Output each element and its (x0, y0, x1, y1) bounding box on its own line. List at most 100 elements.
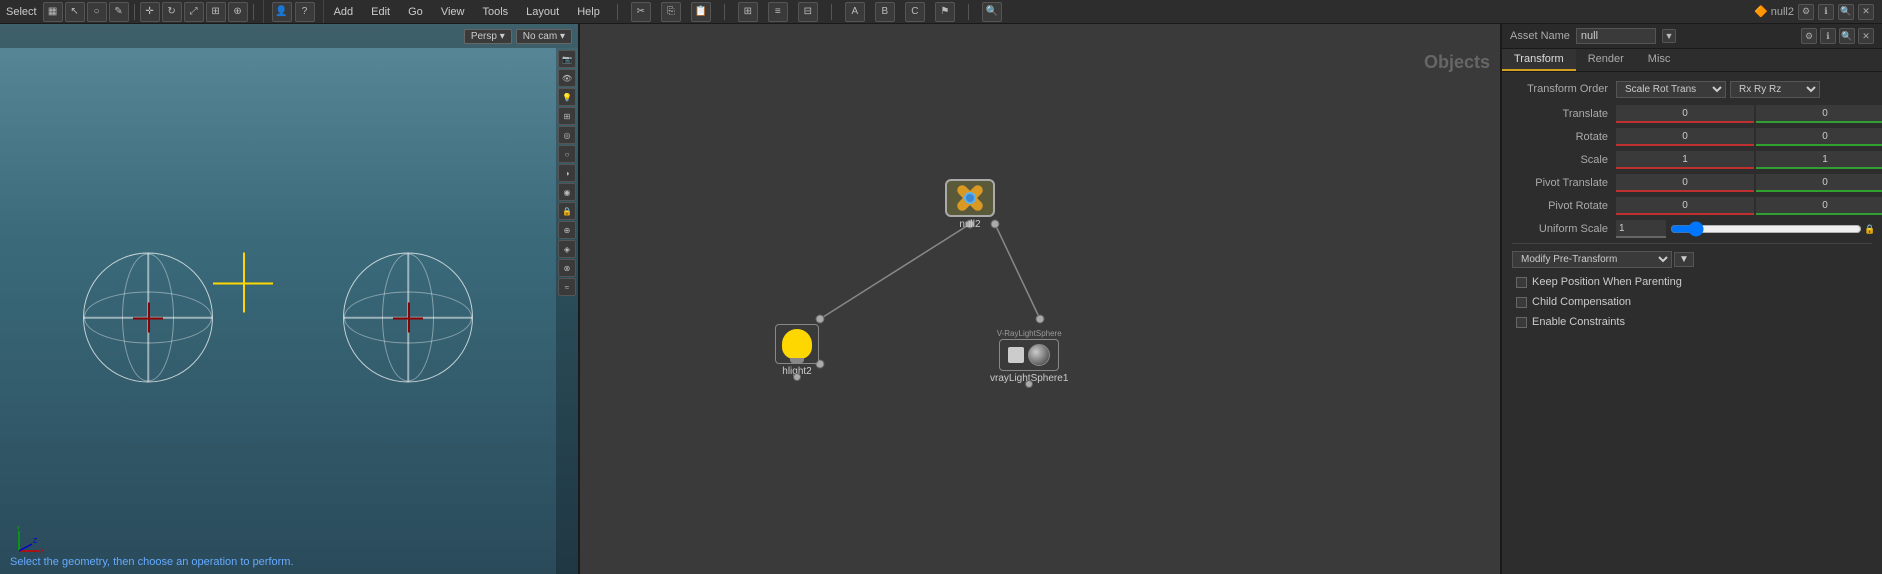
ne-icon-b[interactable]: B (875, 2, 895, 22)
keep-position-label: Keep Position When Parenting (1532, 276, 1682, 288)
toolbar-icon-help[interactable]: ? (295, 2, 315, 22)
tab-render[interactable]: Render (1576, 49, 1636, 71)
node-null2[interactable]: null2 (945, 179, 995, 230)
vt-icon-snap[interactable]: ⊕ (558, 221, 576, 239)
asset-name-input[interactable] (1576, 28, 1656, 44)
menu-help[interactable]: Help (573, 4, 604, 20)
vt-icon-wire[interactable]: ○ (558, 145, 576, 163)
panel-info-icon[interactable]: ℹ (1820, 28, 1836, 44)
rotate-x[interactable] (1616, 128, 1754, 146)
vt-icon-ghost[interactable]: ◈ (558, 240, 576, 258)
ne-icon-flag[interactable]: ⚑ (935, 2, 955, 22)
translate-y[interactable] (1756, 105, 1882, 123)
main-layout: Persp ▾ No cam ▾ (0, 24, 1882, 574)
ne-icon-c[interactable]: C (905, 2, 925, 22)
toolbar-sep-ne4 (968, 4, 969, 20)
menu-layout[interactable]: Layout (522, 4, 563, 20)
vray-icon-box (1008, 347, 1024, 363)
svg-text:Z: Z (33, 538, 38, 545)
vt-icon-obj[interactable]: ◎ (558, 126, 576, 144)
panel-icon-settings[interactable]: ⚙ (1798, 4, 1814, 20)
vt-icon-lock[interactable]: 🔒 (558, 202, 576, 220)
node-editor-menu: Add Edit Go View Tools Layout Help ✂ ⎘ 📋… (324, 0, 1008, 23)
pivot-translate-y[interactable] (1756, 174, 1882, 192)
panel-icon-info[interactable]: ℹ (1818, 4, 1834, 20)
svg-text:X: X (40, 548, 44, 555)
panel-search-icon[interactable]: 🔍 (1839, 28, 1855, 44)
toolbar-icon-lasso[interactable]: ○ (87, 2, 107, 22)
ne-icon-zoom[interactable]: 🔍 (982, 2, 1002, 22)
panel-gear-icon[interactable]: ⚙ (1801, 28, 1817, 44)
translate-x[interactable] (1616, 105, 1754, 123)
ne-icon-grid2[interactable]: ⊞ (738, 2, 758, 22)
vt-icon-mat[interactable]: ◉ (558, 183, 576, 201)
rotate-y[interactable] (1756, 128, 1882, 146)
transform-order-dropdown2[interactable]: Rx Ry Rz (1730, 81, 1820, 98)
tab-misc[interactable]: Misc (1636, 49, 1683, 71)
panel-sep-1 (1512, 243, 1872, 244)
asset-name-arrow[interactable]: ▼ (1662, 29, 1676, 43)
toolbar-sep-ne (617, 4, 618, 20)
menu-add[interactable]: Add (330, 4, 358, 20)
ne-icon-tile[interactable]: ⊟ (798, 2, 818, 22)
toolbar-icon-snap[interactable]: ⊞ (206, 2, 226, 22)
tab-transform[interactable]: Transform (1502, 49, 1576, 71)
child-compensation-checkbox[interactable] (1516, 297, 1527, 308)
menu-edit[interactable]: Edit (367, 4, 394, 20)
toolbar-icon-people[interactable]: 👤 (272, 2, 292, 22)
scale-x[interactable] (1616, 151, 1754, 169)
vt-icon-light[interactable]: 💡 (558, 88, 576, 106)
ne-icon-copy[interactable]: ⎘ (661, 2, 681, 22)
node-vray[interactable]: V-RayLightSphere vrayLightSphere1 (990, 329, 1068, 384)
uniform-scale-lock-icon[interactable]: 🔒 (1862, 221, 1878, 237)
ne-icon-cut[interactable]: ✂ (631, 2, 651, 22)
cross-v-left (148, 303, 150, 333)
ne-icon-list[interactable]: ≡ (768, 2, 788, 22)
pivot-translate-x[interactable] (1616, 174, 1754, 192)
null-cross (954, 182, 986, 214)
asset-name-bar: Asset Name ▼ ⚙ ℹ 🔍 ✕ (1502, 24, 1882, 49)
toolbar-icon-magnet[interactable]: ⊕ (228, 2, 248, 22)
toolbar-icon-scale[interactable]: ⤢ (184, 2, 204, 22)
vt-icon-camera[interactable]: 📷 (558, 50, 576, 68)
toolbar-icon-paint[interactable]: ✎ (109, 2, 129, 22)
toolbar-icon-grid[interactable]: ▦ (43, 2, 63, 22)
vt-icon-eye[interactable]: 👁 (558, 69, 576, 87)
vt-icon-grid[interactable]: ⊞ (558, 107, 576, 125)
toolbar-icon-move[interactable]: ✛ (140, 2, 160, 22)
svg-text:Y: Y (16, 526, 21, 532)
toolbar-icon-rotate[interactable]: ↻ (162, 2, 182, 22)
uniform-scale-value[interactable] (1616, 220, 1666, 238)
cam-button[interactable]: No cam ▾ (516, 29, 572, 44)
panel-icon-search[interactable]: 🔍 (1838, 4, 1854, 20)
asset-name-icons: ⚙ ℹ 🔍 ✕ (1801, 28, 1874, 44)
ne-icon-a[interactable]: A (845, 2, 865, 22)
scale-y[interactable] (1756, 151, 1882, 169)
ne-icon-paste[interactable]: 📋 (691, 2, 711, 22)
modify-pre-transform-dropdown[interactable]: Modify Pre-Transform (1512, 251, 1672, 268)
keep-position-checkbox[interactable] (1516, 277, 1527, 288)
uniform-scale-row: Uniform Scale 🔒 (1506, 219, 1878, 239)
menu-view[interactable]: View (437, 4, 469, 20)
pivot-rotate-y[interactable] (1756, 197, 1882, 215)
panel-close-icon[interactable]: ✕ (1858, 28, 1874, 44)
persp-button[interactable]: Persp ▾ (464, 29, 512, 44)
viewport-status: Select the geometry, then choose an oper… (10, 556, 294, 568)
vt-icon-res[interactable]: ≈ (558, 278, 576, 296)
panel-icon-close[interactable]: ✕ (1858, 4, 1874, 20)
right-panel-header-icons: 🔶 null2 ⚙ ℹ 🔍 ✕ (1746, 4, 1882, 20)
toolbar-mid: 👤 ? (264, 0, 324, 23)
menu-go[interactable]: Go (404, 4, 427, 20)
mpt-arrow-icon[interactable]: ▼ (1674, 252, 1694, 267)
transform-order-dropdown[interactable]: Scale Rot Trans (1616, 81, 1726, 98)
node-hlight2[interactable]: hlight2 (775, 324, 819, 377)
toolbar-sep-2 (253, 4, 254, 20)
viewport-left: Persp ▾ No cam ▾ (0, 24, 580, 574)
vt-icon-shd[interactable]: ◑ (558, 164, 576, 182)
menu-tools[interactable]: Tools (478, 4, 512, 20)
vt-icon-handles[interactable]: ⊗ (558, 259, 576, 277)
pivot-rotate-x[interactable] (1616, 197, 1754, 215)
toolbar-icon-select[interactable]: ↖ (65, 2, 85, 22)
enable-constraints-checkbox[interactable] (1516, 317, 1527, 328)
uniform-scale-slider[interactable] (1670, 222, 1862, 236)
